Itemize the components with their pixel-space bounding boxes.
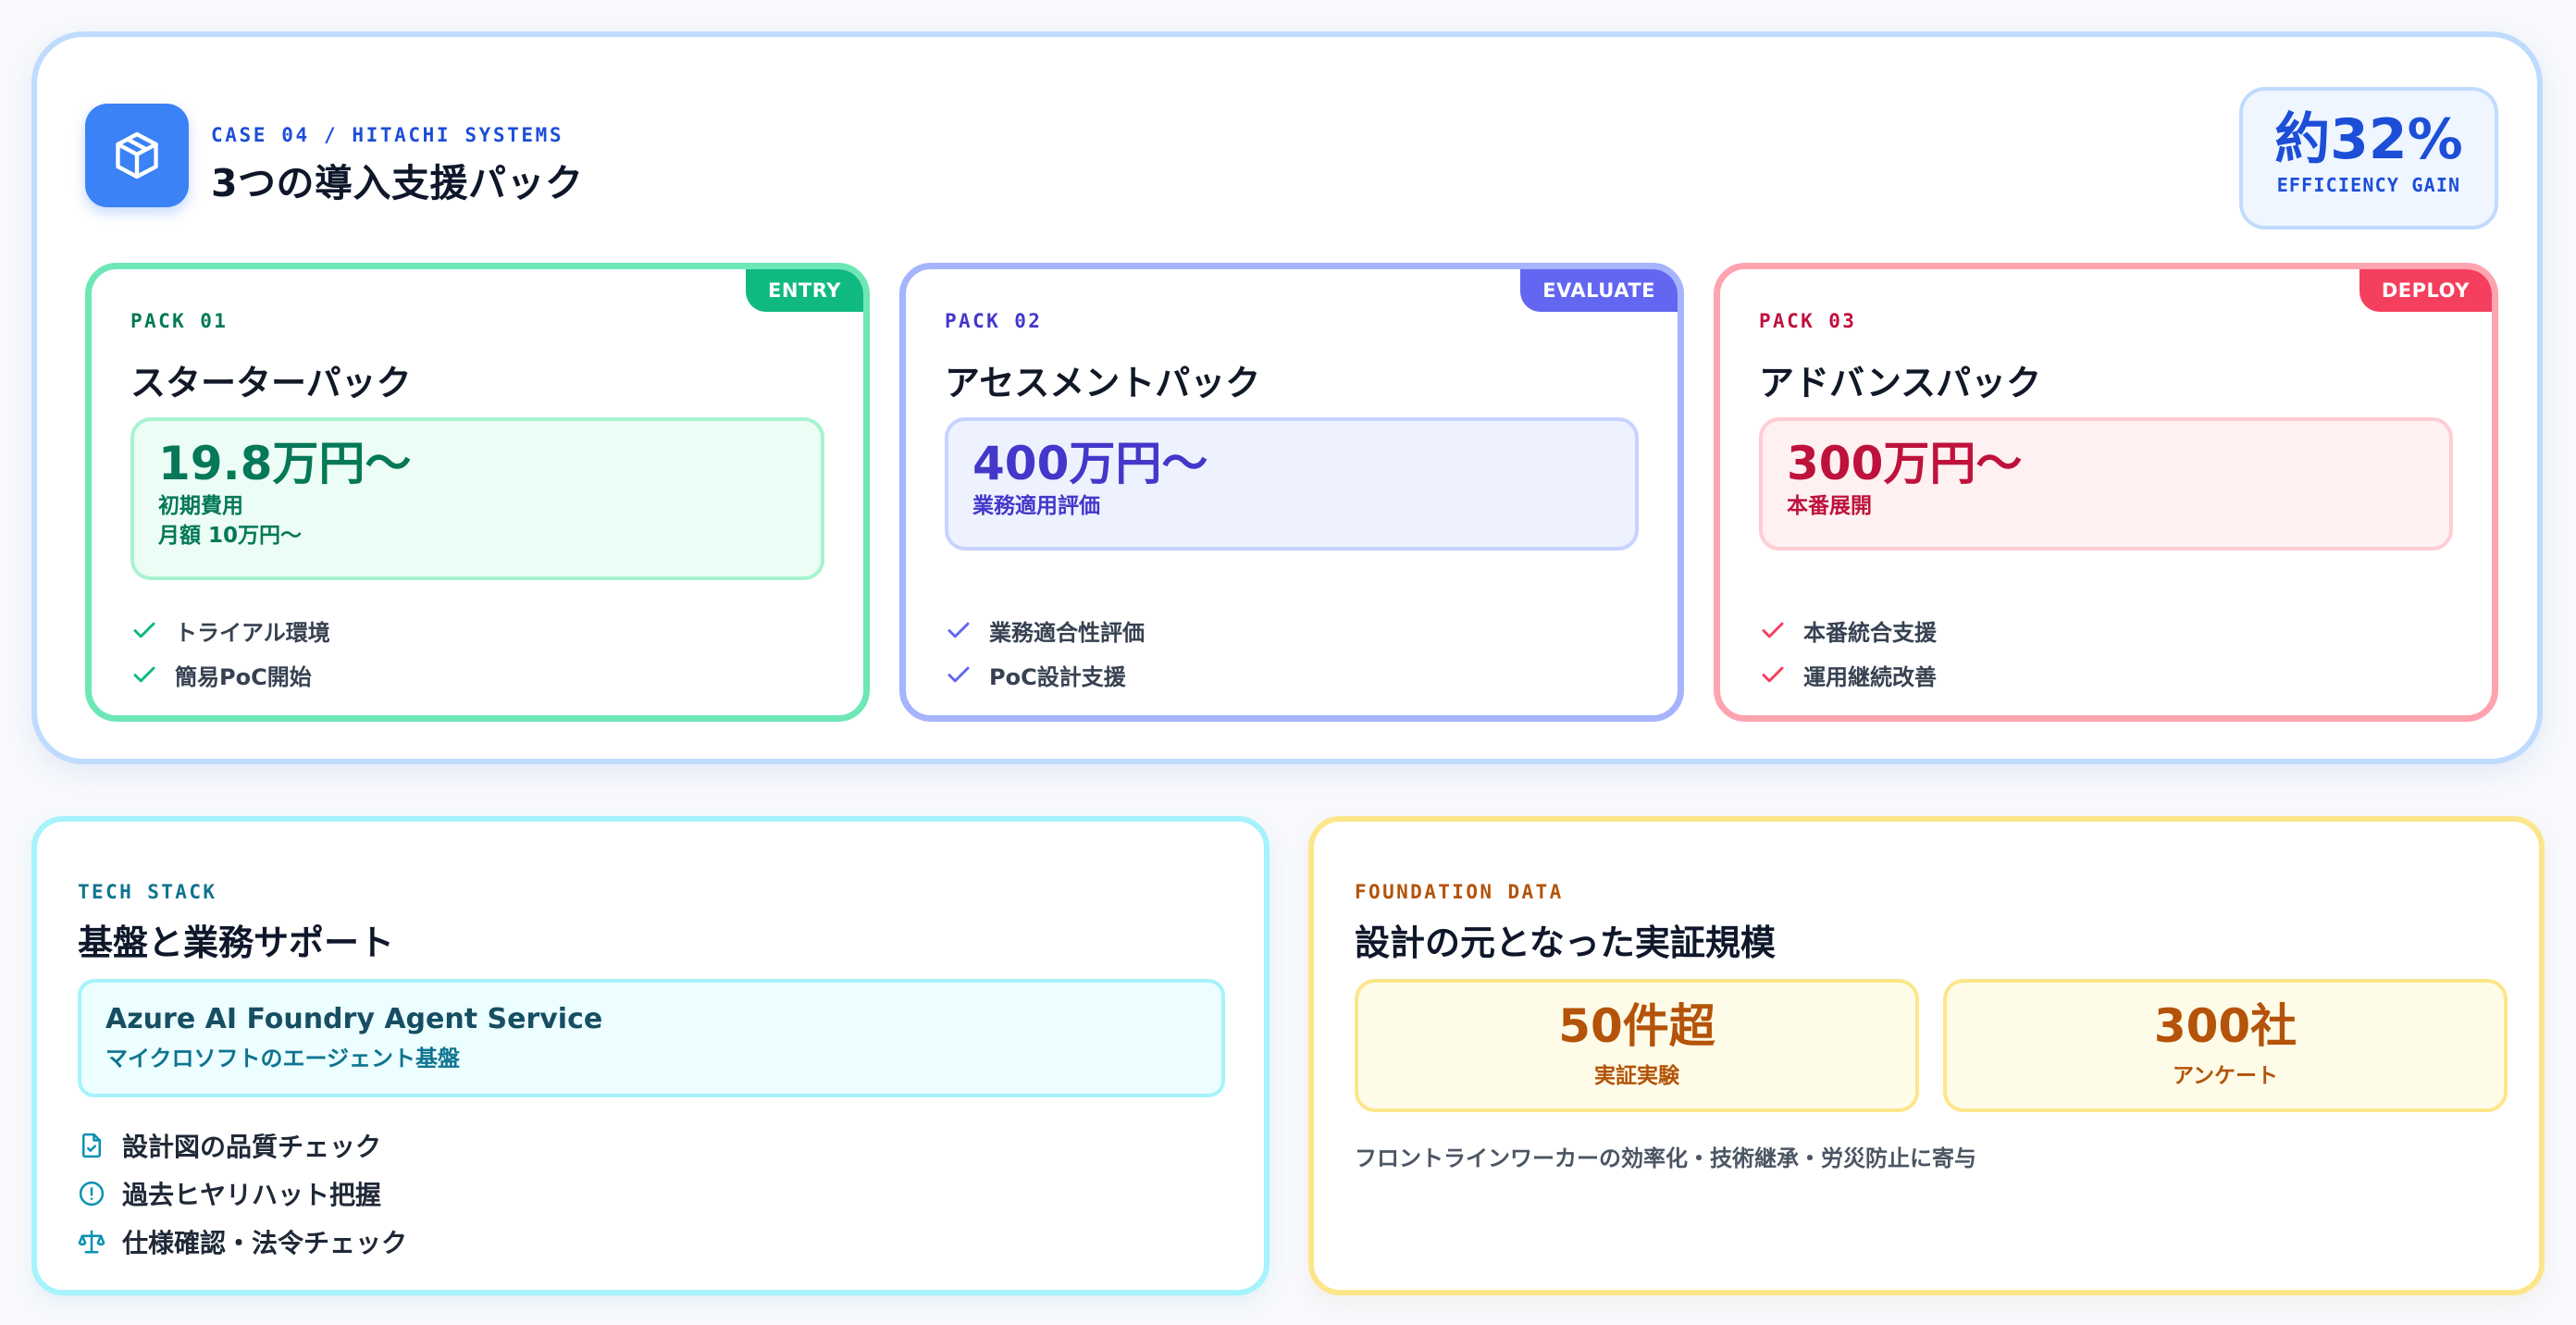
check-icon [130,661,158,688]
pack-name: スターターパック [130,363,412,403]
efficiency-gain-value: 約32% [2274,107,2463,172]
feature-list: 業務適合性評価 PoC設計支援 [945,608,1145,697]
price-note: 月額 10万円〜 [158,523,303,548]
list-item: 業務適合性評価 [945,608,1145,652]
stat-value: 300社 [2153,999,2297,1053]
pack-name: アセスメントパック [945,363,1261,403]
list-item: 設計図の品質チェック [78,1121,407,1170]
section-title: 基盤と業務サポート [78,923,395,963]
service-name: Azure AI Foundry Agent Service [105,1003,603,1035]
feature-list: トライアル環境 簡易PoC開始 [130,608,330,697]
service-box: Azure AI Foundry Agent Service マイクロソフトのエ… [78,979,1225,1097]
feature-label: 業務適合性評価 [989,619,1145,646]
feature-list: 本番統合支援 運用継続改善 [1759,608,1937,697]
alert-circle-icon [78,1180,105,1207]
pack-eyebrow: PACK 01 [130,310,229,332]
check-icon [1759,661,1787,688]
feature-label: 本番統合支援 [1803,619,1937,646]
pack-badge: DEPLOY [2359,269,2492,312]
pack-badge: EVALUATE [1520,269,1678,312]
foundation-data-card: FOUNDATION DATA 設計の元となった実証規模 50件超 実証実験 3… [1308,816,2545,1295]
support-label: 設計図の品質チェック [122,1132,382,1162]
list-item: 簡易PoC開始 [130,652,330,697]
section-title: 設計の元となった実証規模 [1355,923,1776,963]
pack-badge: ENTRY [746,269,863,312]
support-list: 設計図の品質チェック 過去ヒヤリハット把握 仕様確認・法令チェック [78,1121,407,1266]
case-card: CASE 04 / HITACHI SYSTEMS 3つの導入支援パック 約32… [31,31,2543,764]
pack-card-advance: DEPLOY PACK 03 アドバンスパック 300万円〜 本番展開 本番統合… [1714,263,2498,722]
support-label: 仕様確認・法令チェック [122,1228,408,1258]
stat-box: 300社 アンケート [1943,979,2508,1112]
stat-value: 50件超 [1558,999,1715,1053]
tech-stack-card: TECH STACK 基盤と業務サポート Azure AI Foundry Ag… [31,816,1269,1295]
stat-box: 50件超 実証実験 [1355,979,1919,1112]
check-icon [945,616,972,644]
feature-label: 運用継続改善 [1803,663,1937,690]
price-note: 本番展開 [1787,493,1872,518]
scale-icon [78,1228,105,1256]
pack-price: 400万円〜 [972,437,1208,490]
package-icon [85,104,189,207]
foundation-note: フロントラインワーカーの効率化・技術継承・労災防止に寄与 [1355,1145,1976,1171]
check-icon [1759,616,1787,644]
pack-price: 19.8万円〜 [158,437,412,490]
pack-eyebrow: PACK 03 [1759,310,1857,332]
list-item: 本番統合支援 [1759,608,1937,652]
case-eyebrow: CASE 04 / HITACHI SYSTEMS [211,124,564,146]
pack-name: アドバンスパック [1759,363,2042,403]
feature-label: 簡易PoC開始 [175,663,312,690]
list-item: 仕様確認・法令チェック [78,1218,407,1266]
list-item: PoC設計支援 [945,652,1145,697]
section-eyebrow: FOUNDATION DATA [1355,881,1564,903]
price-note: 初期費用 [158,493,243,518]
check-icon [130,616,158,644]
list-item: 運用継続改善 [1759,652,1937,697]
price-note: 業務適用評価 [972,493,1100,518]
list-item: 過去ヒヤリハット把握 [78,1170,407,1218]
stat-label: アンケート [2172,1064,2279,1088]
pack-eyebrow: PACK 02 [945,310,1043,332]
service-description: マイクロソフトのエージェント基盤 [105,1046,461,1071]
price-box: 19.8万円〜 初期費用 月額 10万円〜 [130,417,824,580]
efficiency-gain-badge: 約32% EFFICIENCY GAIN [2239,87,2498,229]
price-box: 400万円〜 業務適用評価 [945,417,1639,551]
page-title: 3つの導入支援パック [211,161,584,205]
support-label: 過去ヒヤリハット把握 [122,1180,382,1210]
feature-label: PoC設計支援 [989,663,1126,690]
section-eyebrow: TECH STACK [78,881,217,903]
price-box: 300万円〜 本番展開 [1759,417,2453,551]
stat-label: 実証実験 [1594,1064,1679,1088]
efficiency-gain-label: EFFICIENCY GAIN [2276,174,2461,196]
check-icon [945,661,972,688]
feature-label: トライアル環境 [175,619,330,646]
pack-card-starter: ENTRY PACK 01 スターターパック 19.8万円〜 初期費用 月額 1… [85,263,870,722]
list-item: トライアル環境 [130,608,330,652]
file-check-icon [78,1132,105,1159]
pack-card-assessment: EVALUATE PACK 02 アセスメントパック 400万円〜 業務適用評価… [899,263,1684,722]
pack-price: 300万円〜 [1787,437,2023,490]
